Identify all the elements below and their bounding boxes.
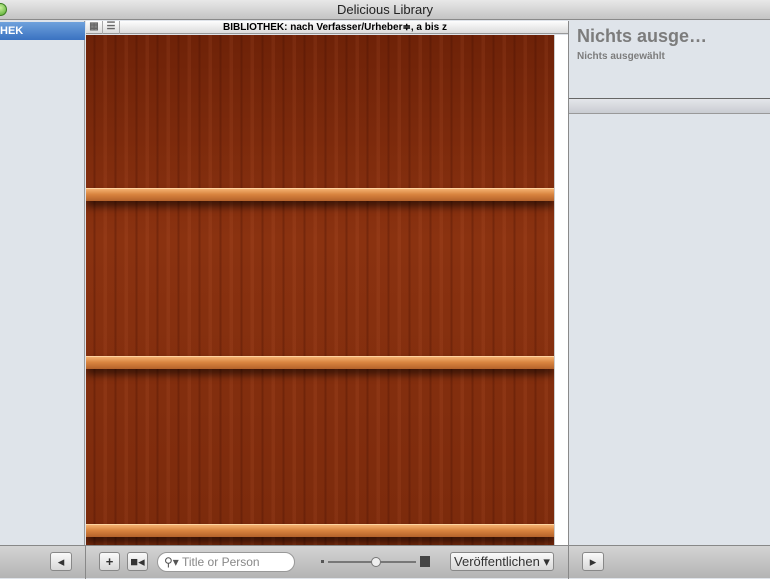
detail-subtitle: Nichts ausgewählt	[577, 51, 665, 62]
search-icon: ⚲▾	[164, 555, 179, 569]
sidebar: HEK	[0, 21, 85, 545]
sort-header: ▦ ☰ BIBLIOTHEK: nach Verfasser/Urheber≑,…	[86, 21, 568, 34]
shelf	[86, 188, 554, 201]
scan-camera-button[interactable]: ■◂	[127, 552, 148, 571]
zoom-slider[interactable]	[328, 557, 416, 567]
camera-icon: ■◂	[130, 554, 145, 569]
play-right-icon: ▸	[589, 554, 597, 569]
sidebar-left-icon: ◂	[57, 554, 65, 569]
sort-label[interactable]: BIBLIOTHEK: nach Verfasser/Urheber≑, a b…	[223, 21, 447, 34]
sidebar-item-library[interactable]: HEK	[0, 22, 85, 40]
add-button[interactable]: +	[99, 552, 120, 571]
detail-divider-bar	[569, 98, 770, 114]
divider	[85, 546, 86, 579]
detail-panel: Nichts ausge… Nichts ausgewählt	[568, 21, 770, 545]
search-placeholder: Title or Person	[182, 555, 260, 569]
list-view-icon[interactable]: ☰	[103, 21, 120, 34]
small-size-icon	[321, 560, 324, 563]
toggle-detail-button[interactable]: ▸	[582, 552, 604, 571]
shelf	[86, 356, 554, 369]
zoom-button[interactable]	[0, 3, 7, 16]
shelf	[86, 524, 554, 537]
divider	[568, 546, 569, 579]
title-bar: Delicious Library	[0, 0, 770, 20]
publish-button[interactable]: Veröffentlichen ▾	[450, 552, 554, 571]
bottom-toolbar: ◂ + ■◂ ⚲▾ Title or Person Veröffentlichen…	[0, 545, 770, 579]
slider-knob[interactable]	[371, 557, 382, 567]
bookshelf	[86, 35, 554, 545]
shelf-view: ▦ ☰ BIBLIOTHEK: nach Verfasser/Urheber≑,…	[86, 21, 568, 545]
window-title: Delicious Library	[336, 2, 434, 17]
grid-view-icon[interactable]: ▦	[86, 21, 103, 34]
large-size-icon	[420, 556, 430, 567]
search-input[interactable]: ⚲▾ Title or Person	[157, 552, 295, 572]
toggle-sidebar-button[interactable]: ◂	[50, 552, 72, 571]
scrollbar[interactable]	[554, 35, 568, 545]
detail-title: Nichts ausge…	[577, 26, 708, 46]
